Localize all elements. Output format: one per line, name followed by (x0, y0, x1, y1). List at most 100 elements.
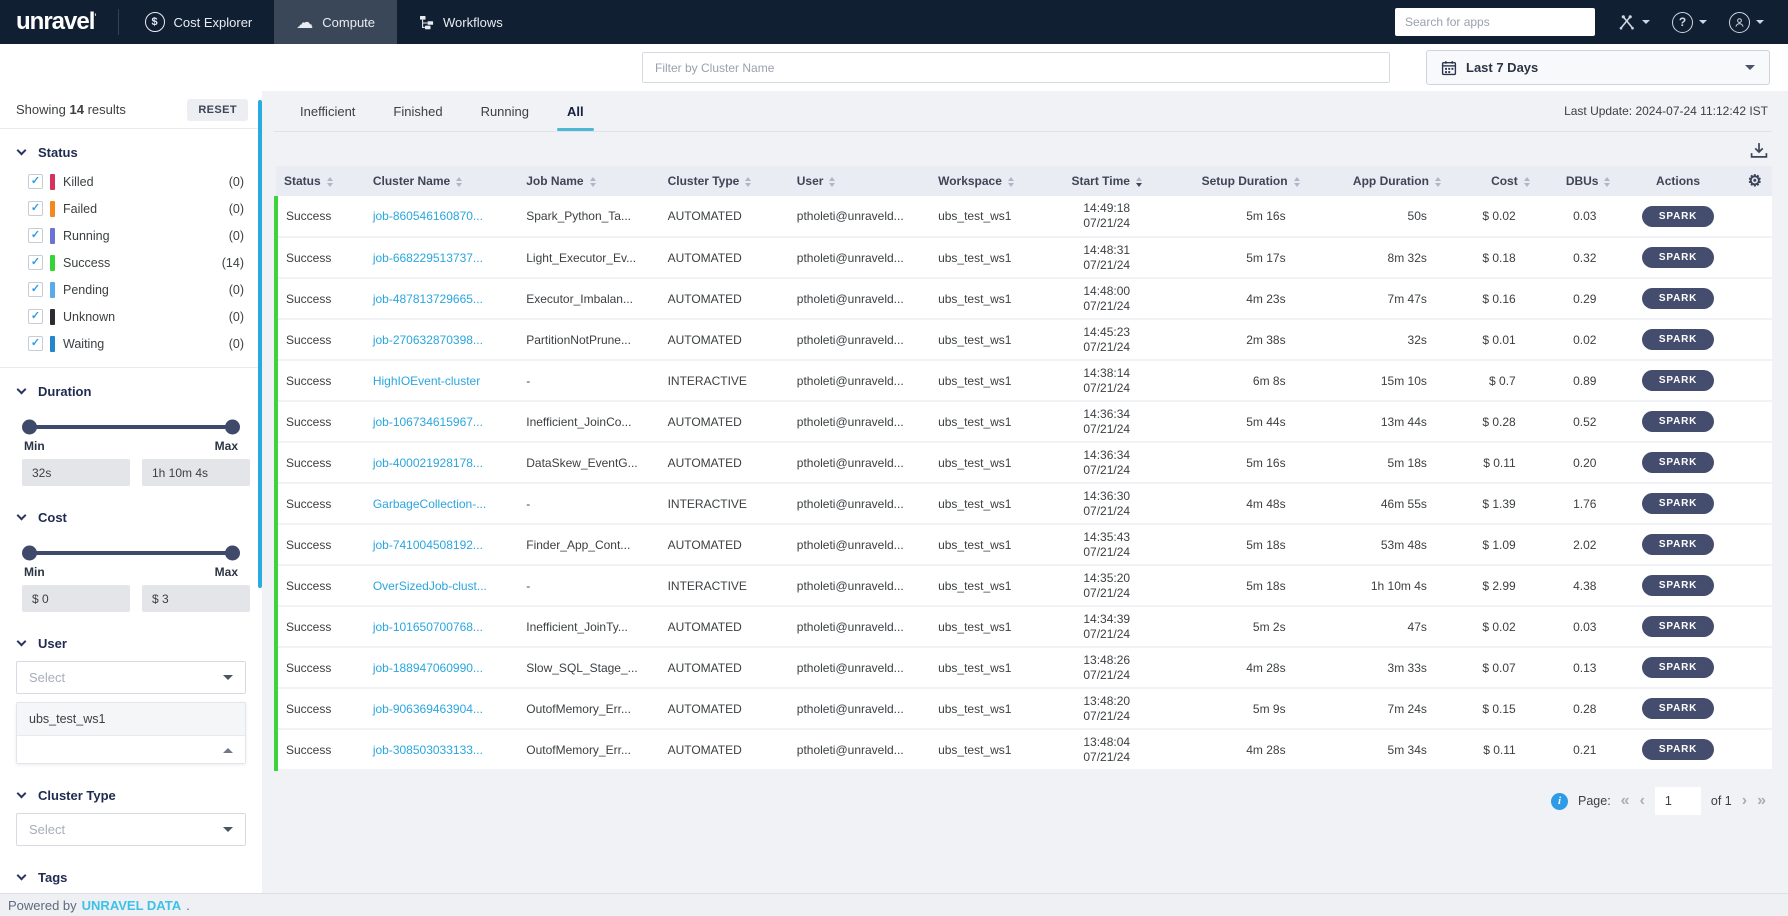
cluster-name-link[interactable]: job-106734615967... (373, 415, 483, 429)
status-filter-item[interactable]: ✓ Running (0) (28, 222, 248, 249)
tab-inefficient[interactable]: Inefficient (298, 93, 357, 130)
col-app-duration[interactable]: App Duration (1308, 166, 1449, 196)
spark-button[interactable]: SPARK (1641, 247, 1715, 268)
checkbox-checked-icon[interactable]: ✓ (28, 309, 43, 324)
cost-max-input[interactable] (142, 585, 250, 612)
nav-cost-explorer[interactable]: $ Cost Explorer (123, 0, 275, 44)
cost-section-header[interactable]: Cost (14, 504, 248, 531)
duration-section-header[interactable]: Duration (14, 378, 248, 405)
download-icon[interactable] (1750, 142, 1768, 159)
status-filter-item[interactable]: ✓ Waiting (0) (28, 330, 248, 357)
sidebar-scrollbar[interactable] (258, 100, 262, 588)
tab-all[interactable]: All (557, 93, 594, 131)
col-workspace[interactable]: Workspace (930, 166, 1043, 196)
checkbox-checked-icon[interactable]: ✓ (28, 282, 43, 297)
date-range-select[interactable]: Last 7 Days (1426, 50, 1770, 85)
spark-button[interactable]: SPARK (1641, 452, 1715, 473)
cluster-type-select[interactable]: Select (16, 813, 246, 846)
spark-button[interactable]: SPARK (1641, 534, 1715, 555)
cluster-name-filter-input[interactable] (642, 52, 1390, 83)
last-page-button[interactable]: » (1757, 793, 1766, 809)
spark-button[interactable]: SPARK (1641, 288, 1715, 309)
page-number-input[interactable] (1654, 787, 1701, 815)
checkbox-checked-icon[interactable]: ✓ (28, 255, 43, 270)
table-row[interactable]: Success job-668229513737... Light_Execut… (274, 237, 1772, 278)
table-row[interactable]: Success job-400021928178... DataSkew_Eve… (274, 442, 1772, 483)
info-icon[interactable]: i (1551, 792, 1568, 810)
cluster-name-link[interactable]: HighIOEvent-cluster (373, 374, 480, 388)
workspace-option[interactable]: ubs_test_ws1 (17, 703, 245, 736)
table-row[interactable]: Success OverSizedJob-clust... - INTERACT… (274, 565, 1772, 606)
cluster-type-section-header[interactable]: Cluster Type (14, 782, 248, 809)
spark-button[interactable]: SPARK (1641, 616, 1715, 637)
cluster-name-link[interactable]: job-188947060990... (373, 661, 483, 675)
spark-button[interactable]: SPARK (1641, 575, 1715, 596)
cost-min-input[interactable] (22, 585, 130, 612)
checkbox-checked-icon[interactable]: ✓ (28, 174, 43, 189)
spark-button[interactable]: SPARK (1641, 205, 1715, 227)
cluster-name-link[interactable]: job-101650700768... (373, 620, 483, 634)
col-status[interactable]: Status (276, 166, 365, 196)
table-row[interactable]: Success job-487813729665... Executor_Imb… (274, 278, 1772, 319)
duration-min-input[interactable] (22, 459, 130, 486)
status-section-header[interactable]: Status (14, 139, 248, 166)
status-filter-item[interactable]: ✓ Unknown (0) (28, 303, 248, 330)
col-start-time[interactable]: Start Time (1043, 166, 1170, 196)
table-row[interactable]: Success job-906369463904... OutofMemory_… (274, 688, 1772, 729)
table-row[interactable]: Success GarbageCollection-... - INTERACT… (274, 483, 1772, 524)
unravel-data-link[interactable]: UNRAVEL DATA (82, 898, 181, 913)
status-filter-item[interactable]: ✓ Failed (0) (28, 195, 248, 222)
status-filter-item[interactable]: ✓ Pending (0) (28, 276, 248, 303)
table-settings[interactable]: ⚙ (1738, 166, 1772, 196)
col-setup-duration[interactable]: Setup Duration (1170, 166, 1307, 196)
cluster-name-link[interactable]: GarbageCollection-... (373, 497, 486, 511)
spark-button[interactable]: SPARK (1641, 657, 1715, 678)
cluster-name-link[interactable]: job-668229513737... (373, 251, 483, 265)
table-row[interactable]: Success job-101650700768... Inefficient_… (274, 606, 1772, 647)
cluster-name-link[interactable]: job-400021928178... (373, 456, 483, 470)
spark-button[interactable]: SPARK (1641, 739, 1715, 760)
cluster-name-link[interactable]: job-487813729665... (373, 292, 483, 306)
table-row[interactable]: Success job-860546160870... Spark_Python… (274, 196, 1772, 237)
cluster-name-link[interactable]: OverSizedJob-clust... (373, 579, 487, 593)
status-filter-item[interactable]: ✓ Killed (0) (28, 168, 248, 195)
checkbox-checked-icon[interactable]: ✓ (28, 201, 43, 216)
col-cluster-type[interactable]: Cluster Type (660, 166, 789, 196)
cluster-name-link[interactable]: job-270632870398... (373, 333, 483, 347)
search-apps-input[interactable] (1395, 8, 1595, 36)
col-job-name[interactable]: Job Name (518, 166, 659, 196)
help-menu-button[interactable]: ? (1672, 11, 1707, 33)
prev-page-button[interactable]: ‹ (1640, 793, 1645, 809)
cluster-name-link[interactable]: job-741004508192... (373, 538, 483, 552)
table-row[interactable]: Success job-188947060990... Slow_SQL_Sta… (274, 647, 1772, 688)
checkbox-checked-icon[interactable]: ✓ (28, 228, 43, 243)
cost-max-handle[interactable] (225, 545, 240, 561)
table-row[interactable]: Success job-308503033133... OutofMemory_… (274, 729, 1772, 770)
spark-button[interactable]: SPARK (1641, 698, 1715, 719)
table-row[interactable]: Success job-270632870398... PartitionNot… (274, 319, 1772, 360)
table-row[interactable]: Success job-106734615967... Inefficient_… (274, 401, 1772, 442)
cluster-name-link[interactable]: job-906369463904... (373, 702, 483, 716)
unravel-logo[interactable]: unravel' (0, 8, 118, 36)
col-cost[interactable]: Cost (1449, 166, 1538, 196)
tags-section-header[interactable]: Tags (14, 864, 248, 891)
spark-button[interactable]: SPARK (1641, 329, 1715, 350)
col-cluster-name[interactable]: Cluster Name (365, 166, 518, 196)
dropdown-collapse-row[interactable] (17, 736, 245, 763)
table-row[interactable]: Success HighIOEvent-cluster - INTERACTIV… (274, 360, 1772, 401)
tab-finished[interactable]: Finished (391, 93, 444, 130)
table-row[interactable]: Success job-741004508192... Finder_App_C… (274, 524, 1772, 565)
user-select[interactable]: Select (16, 661, 246, 694)
col-dbus[interactable]: DBUs (1538, 166, 1619, 196)
status-filter-item[interactable]: ✓ Success (14) (28, 249, 248, 276)
nav-compute[interactable]: ☁ Compute (274, 0, 398, 44)
cost-min-handle[interactable] (22, 545, 37, 561)
first-page-button[interactable]: « (1621, 793, 1630, 809)
cluster-name-link[interactable]: job-308503033133... (373, 743, 483, 757)
next-page-button[interactable]: › (1742, 793, 1747, 809)
spark-button[interactable]: SPARK (1641, 411, 1715, 432)
col-user[interactable]: User (789, 166, 930, 196)
duration-min-handle[interactable] (22, 419, 37, 435)
user-section-header[interactable]: User (14, 630, 248, 657)
duration-max-handle[interactable] (225, 419, 240, 435)
